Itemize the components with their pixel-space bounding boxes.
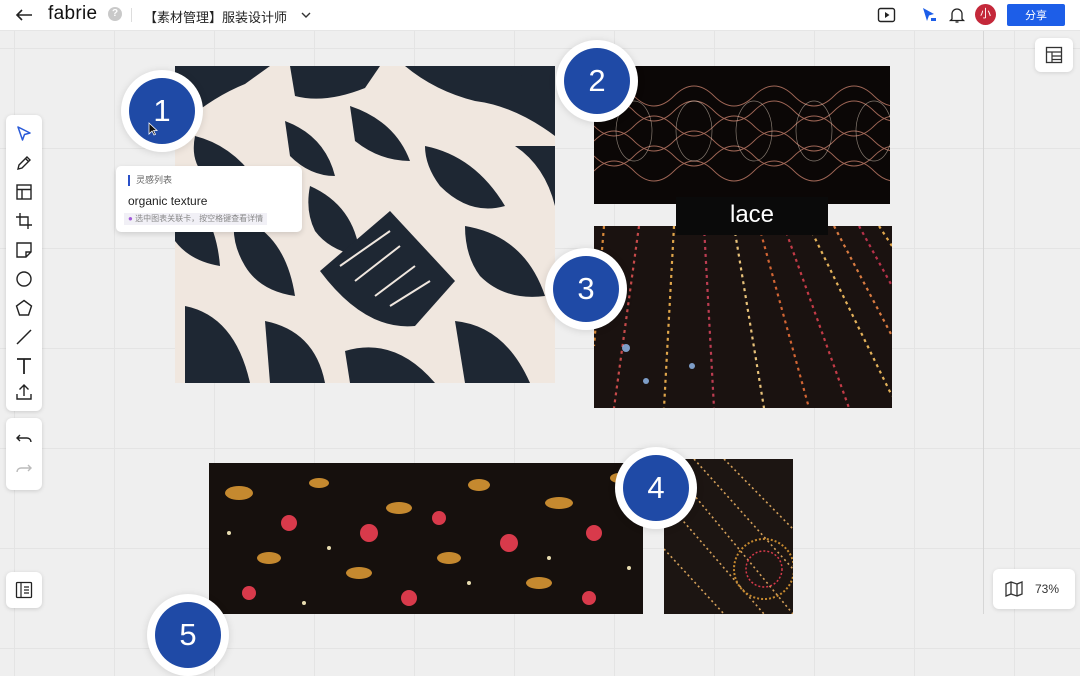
present-icon[interactable]	[877, 6, 896, 24]
line-icon[interactable]	[13, 326, 35, 348]
tool-palette	[6, 115, 42, 411]
minimap-icon[interactable]	[1005, 581, 1023, 597]
sidebar-panel-icon	[15, 581, 33, 599]
redo-icon[interactable]	[13, 458, 35, 480]
help-icon[interactable]: ?	[108, 7, 122, 21]
beaded-strands-pattern	[594, 226, 892, 408]
badge-number: 4	[623, 455, 689, 521]
floral-print-image[interactable]	[209, 463, 643, 614]
back-arrow-icon[interactable]	[14, 5, 34, 25]
follow-pointer-icon[interactable]	[920, 6, 938, 24]
history-controls	[6, 418, 42, 490]
layers-panel-button[interactable]	[6, 572, 42, 608]
crop-icon[interactable]	[13, 210, 35, 232]
beaded-strands-image[interactable]	[594, 226, 892, 408]
chevron-down-icon[interactable]	[300, 9, 312, 21]
inspiration-card[interactable]: 灵感列表 organic texture ● 选中图表关联卡，按空格键查看详情	[116, 166, 302, 232]
zoom-control[interactable]: 73%	[993, 569, 1075, 609]
table-view-button[interactable]	[1035, 38, 1073, 72]
table-icon	[1045, 46, 1063, 64]
sticky-note-icon[interactable]	[13, 239, 35, 261]
number-badge-3[interactable]: 3	[545, 248, 627, 330]
badge-number: 1	[129, 78, 195, 144]
divider	[131, 8, 132, 22]
number-badge-5[interactable]: 5	[147, 594, 229, 676]
floral-print-pattern	[209, 463, 643, 614]
lace-pattern	[594, 66, 890, 204]
badge-number: 5	[155, 602, 221, 668]
circle-icon[interactable]	[13, 268, 35, 290]
notification-bell-icon[interactable]	[948, 6, 966, 24]
upload-icon[interactable]	[13, 381, 35, 403]
lace-label: lace	[676, 197, 828, 235]
user-avatar[interactable]: 小	[975, 4, 996, 25]
frame-layout-icon[interactable]	[13, 181, 35, 203]
pen-icon[interactable]	[13, 152, 35, 174]
number-badge-1[interactable]: 1	[121, 70, 203, 152]
share-button[interactable]: 分享	[1007, 4, 1065, 26]
card-title[interactable]: organic texture	[128, 194, 207, 208]
badge-number: 2	[564, 48, 630, 114]
select-icon[interactable]	[13, 123, 35, 145]
top-bar: fabrie ? 【素材管理】服装设计师 小 分享	[0, 0, 1080, 31]
mouse-cursor-icon	[148, 122, 158, 136]
document-title[interactable]: 【素材管理】服装设计师	[144, 7, 287, 26]
text-icon[interactable]	[13, 355, 35, 377]
lace-image[interactable]	[594, 66, 890, 204]
zoom-level[interactable]: 73%	[1035, 582, 1059, 596]
card-heading: 灵感列表	[128, 175, 172, 186]
number-badge-4[interactable]: 4	[615, 447, 697, 529]
undo-icon[interactable]	[13, 428, 35, 450]
card-hint-text: 选中图表关联卡，按空格键查看详情	[135, 214, 264, 223]
pentagon-icon[interactable]	[13, 297, 35, 319]
pin-icon: ●	[128, 214, 133, 223]
badge-number: 3	[553, 256, 619, 322]
number-badge-2[interactable]: 2	[556, 40, 638, 122]
canvas-divider	[983, 31, 984, 614]
card-hint: ● 选中图表关联卡，按空格键查看详情	[124, 213, 268, 225]
app-logo[interactable]: fabrie	[48, 3, 97, 25]
